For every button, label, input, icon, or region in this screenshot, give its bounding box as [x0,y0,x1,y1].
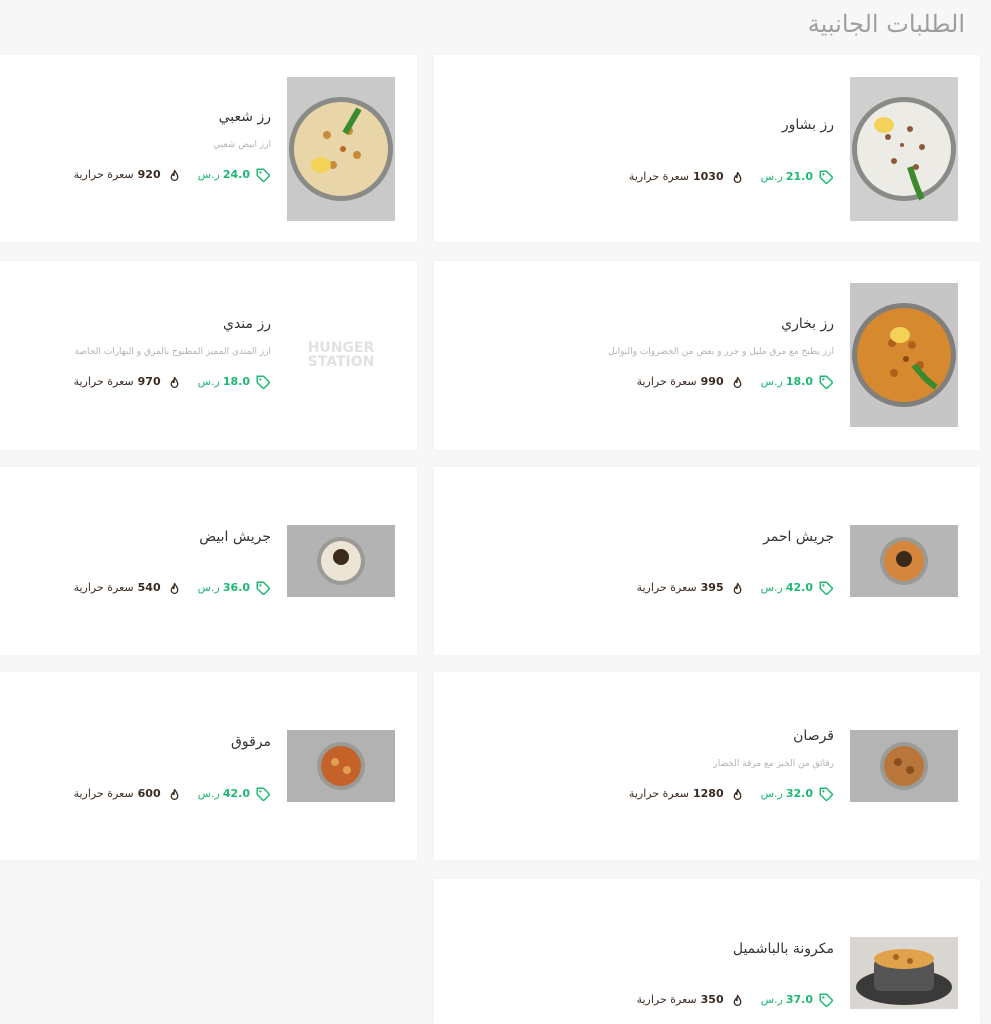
menu-item-card[interactable]: رز شعبي ارز ابيض شعبي 24.0 ر.س 920 سعرة حر… [0,55,417,242]
flame-icon [170,169,179,181]
menu-item-card[interactable]: قرصان رقائق من الخبز مع مرقة الخضار 32.0… [434,672,980,860]
item-calories: 920 سعرة حرارية [74,167,180,183]
item-price: 32.0 ر.س [761,786,834,802]
red-jareesh-bowl-image [850,525,958,597]
item-name: مرقوق [230,734,271,750]
menu-item-card[interactable]: مرقوق 42.0 ر.س 600 سعرة حرارية [0,672,417,860]
item-price: 37.0 ر.س [761,992,834,1008]
flame-icon [733,994,742,1006]
item-calories: 1280 سعرة حرارية [629,786,743,802]
flame-icon [170,788,179,800]
white-rice-bowl-image [850,77,958,221]
flame-icon [733,376,742,388]
item-meta: 42.0 ر.س 395 سعرة حرارية [454,580,834,596]
item-meta: 42.0 ر.س 600 سعرة حرارية [20,786,271,802]
item-calories: 350 سعرة حرارية [637,992,743,1008]
price-tag-icon [256,581,270,595]
item-meta: 21.0 ر.س 1030 سعرة حرارية [454,169,834,185]
menu-item-card[interactable]: جريش ابيض 36.0 ر.س 540 سعرة حرارية [0,467,417,655]
price-tag-icon [256,375,270,389]
item-calories: 970 سعرة حرارية [74,374,180,390]
menu-item-card[interactable]: مكرونة بالباشميل 37.0 ر.س 350 سعرة حرارية [434,879,980,1024]
menu-item-card[interactable]: رز بشاور 21.0 ر.س 1030 سعرة حرارية [434,55,980,242]
item-name: قرصان [793,728,834,744]
item-calories: 540 سعرة حرارية [74,580,180,596]
item-price: 24.0 ر.س [198,167,271,183]
item-meta: 36.0 ر.س 540 سعرة حرارية [20,580,271,596]
menu-item-card[interactable]: HUNGER STATION رز مندي ارز المندي المميز… [0,261,417,450]
price-tag-icon [819,993,833,1007]
section-title: الطلبات الجانبية [807,10,965,38]
item-price: 36.0 ر.س [198,580,271,596]
item-calories: 395 سعرة حرارية [637,580,743,596]
item-name: جريش ابيض [199,529,271,545]
price-tag-icon [256,168,270,182]
placeholder-logo-line2: STATION [307,354,375,370]
item-meta: 24.0 ر.س 920 سعرة حرارية [20,167,271,183]
flame-icon [733,171,742,183]
item-name: رز مندي [222,316,271,332]
item-meta: 37.0 ر.س 350 سعرة حرارية [454,992,834,1008]
price-tag-icon [256,787,270,801]
item-meta: 18.0 ر.س 990 سعرة حرارية [454,374,834,390]
item-name: جريش احمر [763,529,834,545]
price-tag-icon [819,787,833,801]
item-price: 21.0 ر.س [761,169,834,185]
price-tag-icon [819,375,833,389]
price-tag-icon [819,170,833,184]
marqooq-bowl-image [287,730,395,802]
item-price: 18.0 ر.س [198,374,271,390]
item-price: 42.0 ر.س [761,580,834,596]
item-name: رز بشاور [781,117,834,133]
flame-icon [733,788,742,800]
menu-item-card[interactable]: جريش احمر 42.0 ر.س 395 سعرة حرارية [434,467,980,655]
item-price: 42.0 ر.س [198,786,271,802]
flame-icon [170,376,179,388]
item-meta: 32.0 ر.س 1280 سعرة حرارية [454,786,834,802]
menu-item-card[interactable]: رز بخاري ارز يطبخ مع مرق مليل و جزر و بع… [434,261,980,450]
hungerstation-logo: HUNGER STATION [287,283,395,427]
item-calories: 1030 سعرة حرارية [629,169,743,185]
bechamel-pasta-dish-image [850,937,958,1009]
bukhari-rice-bowl-image [850,283,958,427]
item-description: ارز المندي المميز المطبوخ بالمرق و البها… [74,347,271,357]
flame-icon [733,582,742,594]
item-name: رز بخاري [781,316,834,332]
item-description: ارز يطبخ مع مرق مليل و جزر و بعض من الخض… [608,347,834,357]
price-tag-icon [819,581,833,595]
item-meta: 18.0 ر.س 970 سعرة حرارية [20,374,271,390]
item-description: رقائق من الخبز مع مرقة الخضار [713,759,834,769]
item-description: ارز ابيض شعبي [213,140,271,150]
white-jareesh-bowl-image [287,525,395,597]
qursan-bowl-image [850,730,958,802]
flame-icon [170,582,179,594]
item-name: رز شعبي [218,109,271,125]
item-calories: 600 سعرة حرارية [74,786,180,802]
item-name: مكرونة بالباشميل [732,941,834,957]
item-calories: 990 سعرة حرارية [637,374,743,390]
placeholder-logo-line1: HUNGER [307,340,375,356]
item-price: 18.0 ر.س [761,374,834,390]
yellow-rice-bowl-image [287,77,395,221]
